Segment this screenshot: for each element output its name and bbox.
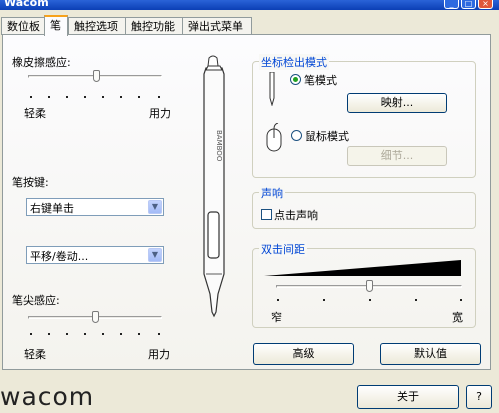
click-sound-checkbox[interactable] [261, 209, 272, 220]
minimize-button[interactable]: _ [444, 0, 459, 9]
mouse-mode-label: 鼠标模式 [305, 130, 349, 143]
tab-tablet[interactable]: 数位板 [1, 17, 46, 35]
pen-brand-text: BAMBOO [215, 130, 223, 162]
tab-pen[interactable]: 笔 [44, 15, 68, 36]
mouse-mode-radio[interactable] [291, 130, 302, 141]
pen-mode-label: 笔模式 [304, 74, 337, 87]
tab-popup-menu[interactable]: 弹出式菜单 [182, 17, 252, 35]
tip-firm-label: 用力 [148, 348, 170, 361]
default-button[interactable]: 默认值 [380, 343, 481, 365]
title-bar: Wacom _ □ × [0, 0, 499, 10]
advanced-button[interactable]: 高级 [253, 343, 354, 365]
chevron-down-icon[interactable]: ▼ [148, 200, 162, 214]
upper-button-value: 右键单击 [30, 202, 74, 215]
narrow-label: 窄 [271, 311, 282, 324]
double-click-wedge [264, 260, 461, 276]
pen-mode-radio[interactable] [290, 74, 301, 85]
wide-label: 宽 [452, 311, 463, 324]
tab-bar: 数位板 笔 触控选项 触控功能 弹出式菜单 [0, 15, 499, 36]
click-sound-label: 点击声响 [274, 209, 318, 222]
eraser-soft-label: 轻柔 [24, 107, 46, 120]
sound-group-title: 声响 [259, 185, 285, 201]
upper-button-select[interactable]: 右键单击 ▼ [26, 198, 164, 216]
pen-icon [269, 72, 275, 106]
lower-button-value: 平移/卷动... [30, 250, 89, 263]
eraser-feel-label: 橡皮擦感应: [12, 56, 71, 69]
tab-touch-options[interactable]: 触控选项 [68, 17, 126, 35]
details-button[interactable]: 细节... [347, 146, 447, 166]
wacom-logo: wacom [0, 382, 95, 411]
tip-feel-thumb[interactable] [92, 311, 99, 323]
close-button[interactable]: × [478, 0, 493, 9]
mouse-icon [266, 123, 282, 152]
tip-soft-label: 轻柔 [24, 348, 46, 361]
window-title: Wacom [4, 0, 49, 9]
mode-group-title: 坐标检出模式 [259, 54, 329, 70]
tip-feel-label: 笔尖感应: [12, 294, 60, 307]
about-button[interactable]: 关于 [357, 385, 459, 409]
close-icon: × [482, 0, 489, 8]
lower-button-select[interactable]: 平移/卷动... ▼ [26, 246, 164, 264]
chevron-down-icon[interactable]: ▼ [148, 248, 162, 262]
mapping-button[interactable]: 映射... [347, 93, 447, 113]
pen-image: BAMBOO [203, 55, 225, 318]
eraser-firm-label: 用力 [149, 107, 171, 120]
eraser-feel-thumb[interactable] [93, 70, 100, 82]
maximize-button[interactable]: □ [461, 0, 476, 9]
help-button[interactable]: ? [466, 385, 492, 409]
pen-buttons-label: 笔按键: [12, 176, 49, 189]
double-click-thumb[interactable] [366, 280, 373, 292]
double-click-group-title: 双击间距 [259, 241, 307, 257]
tab-touch-functions[interactable]: 触控功能 [125, 17, 183, 35]
